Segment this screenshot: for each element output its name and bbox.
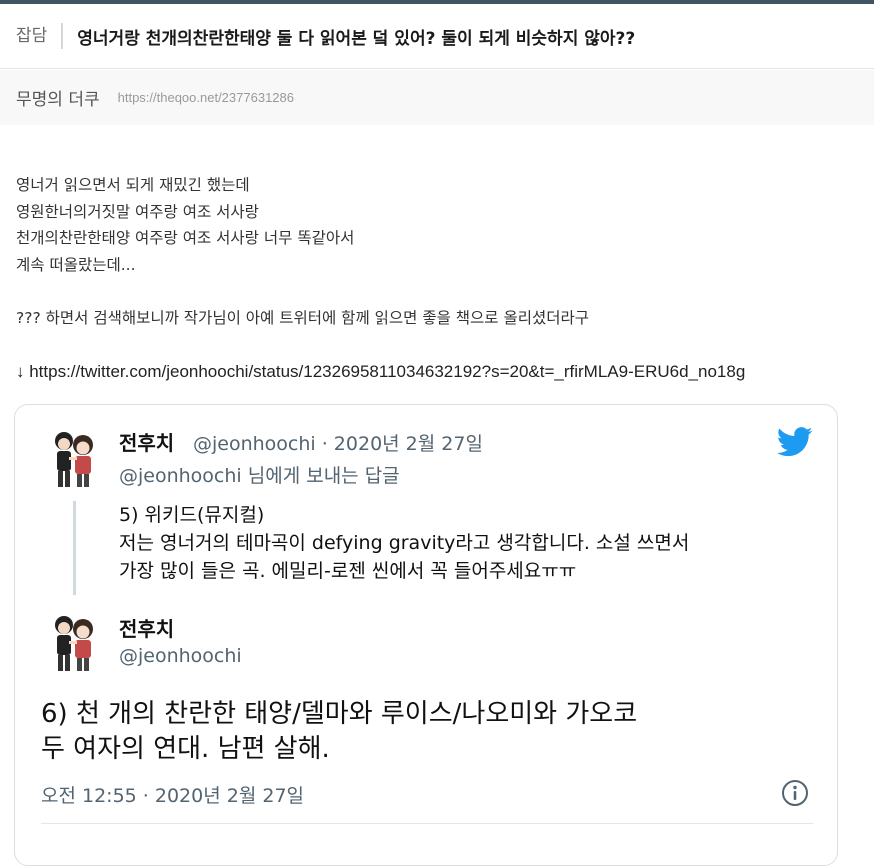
body-line: 계속 떠올랐는데... (16, 255, 136, 274)
reply-tweet-text: 5) 위키드(뮤지컬) 저는 영너거의 테마곡이 defying gravity… (119, 501, 689, 585)
tweet-author-name[interactable]: 전후치 (119, 613, 174, 642)
body-line (16, 278, 874, 305)
post-category[interactable]: 잡담 (16, 23, 64, 49)
tweet-line: 두 여자의 연대. 남편 살해. (41, 734, 330, 764)
embedded-tweet-card[interactable]: 전후치 @jeonhoochi · 2020년 2월 27일 @jeonhooc… (14, 404, 838, 866)
post-body: 영너거 읽으면서 되게 재밌긴 했는데 영원한너의거짓말 여주랑 여조 서사랑 … (16, 172, 874, 331)
post-author: 무명의 더쿠 (16, 90, 100, 110)
post-permalink[interactable]: https://theqoo.net/2377631286 (118, 90, 294, 105)
body-line: ??? 하면서 검색해보니까 작가님이 아예 트위터에 함께 읽으면 좋을 책으… (16, 308, 590, 327)
body-line: 천개의찬란한태양 여주랑 여조 서사랑 너무 똑같아서 (16, 229, 355, 247)
main-tweet-text: 6) 천 개의 찬란한 태양/델마와 루이스/나오미와 가오코 두 여자의 연대… (41, 697, 637, 767)
tweet-timestamp[interactable]: 오전 12:55 · 2020년 2월 27일 (41, 781, 304, 808)
divider (41, 823, 813, 824)
tweet-line: 저는 영너거의 테마곡이 defying gravity라고 생각합니다. 소설… (119, 532, 690, 554)
tweet-line: 6) 천 개의 찬란한 태양/델마와 루이스/나오미와 가오코 (41, 699, 638, 729)
post-meta: 무명의 더쿠 https://theqoo.net/2377631286 (0, 70, 874, 125)
post-header: 잡담 영너거랑 천개의찬란한태양 둘 다 읽어본 덬 있어? 둘이 되게 비슷하… (0, 4, 874, 69)
post-title: 영너거랑 천개의찬란한태양 둘 다 읽어본 덬 있어? 둘이 되게 비슷하지 않… (77, 28, 636, 49)
body-line: 영너거 읽으면서 되게 재밌긴 했는데 (16, 176, 250, 194)
avatar[interactable] (49, 613, 99, 675)
info-icon[interactable] (781, 779, 809, 811)
body-line: 영원한너의거짓말 여주랑 여조 서사랑 (16, 202, 259, 221)
tweet-line: 5) 위키드(뮤지컬) (119, 504, 265, 526)
tweet-author-handle[interactable]: @jeonhoochi (119, 645, 242, 667)
avatar[interactable] (49, 429, 99, 491)
twitter-bird-icon[interactable] (776, 427, 813, 461)
thread-connector (73, 501, 76, 595)
tweet-reply-to[interactable]: @jeonhoochi 님에게 보내는 답글 (119, 461, 400, 488)
twitter-link[interactable]: ↓ https://twitter.com/jeonhoochi/status/… (16, 362, 745, 382)
cartoon-avatar-icon (49, 613, 99, 675)
tweet-line: 가장 많이 들은 곡. 에밀리-로젠 씬에서 꼭 들어주세요ㅠㅠ (119, 560, 577, 582)
tweet-author-name[interactable]: 전후치 (119, 427, 174, 456)
cartoon-avatar-icon (49, 429, 99, 491)
tweet-handle-date[interactable]: @jeonhoochi · 2020년 2월 27일 (193, 429, 483, 456)
